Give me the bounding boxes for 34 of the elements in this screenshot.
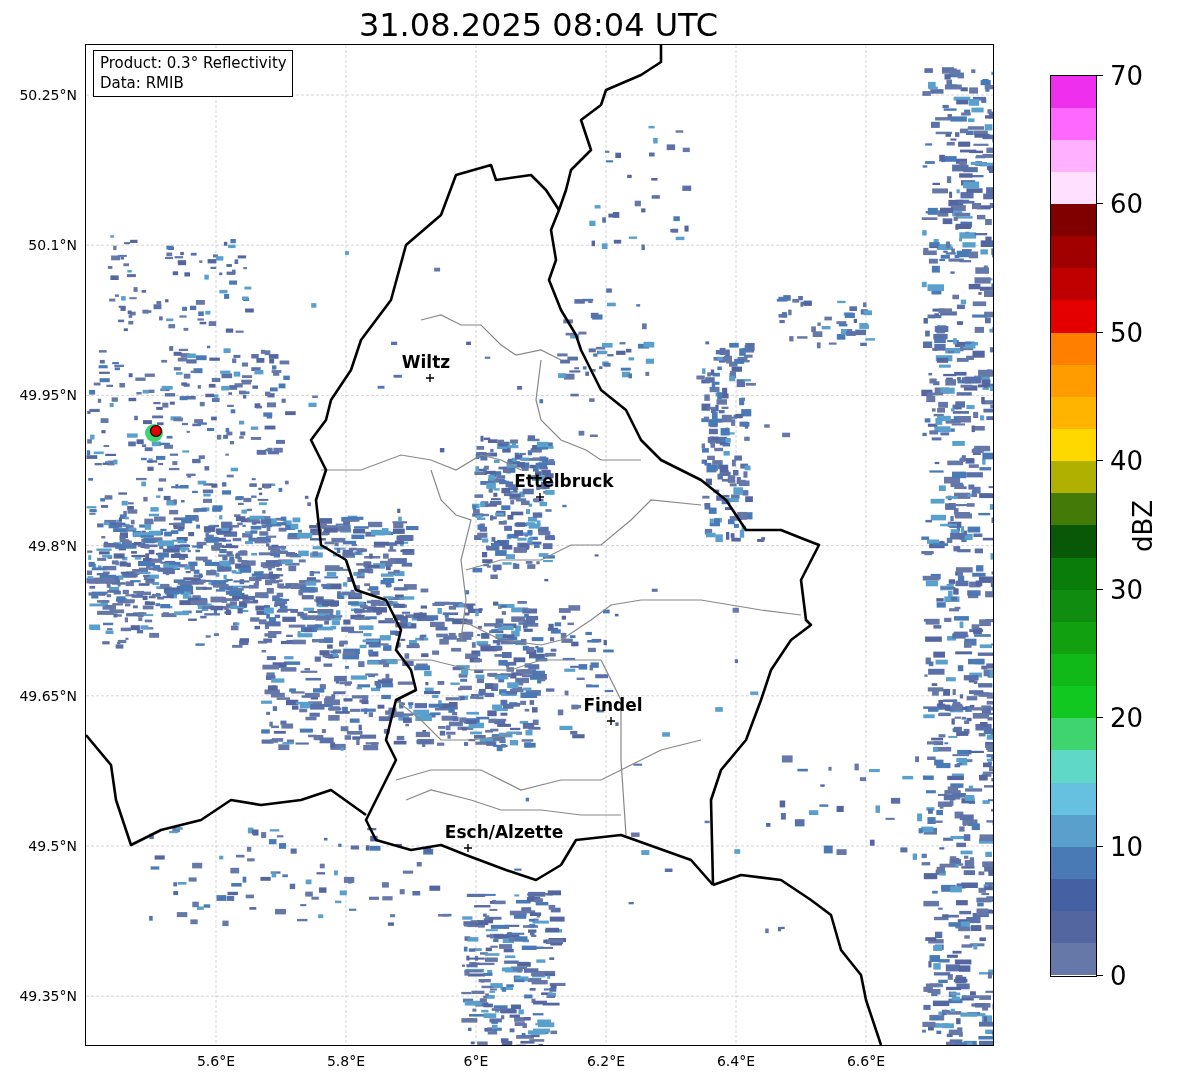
city-marker-icon [463,843,473,853]
info-text: Data: RMIB [100,73,185,93]
axis-tick-label: 49.65°N [19,686,77,705]
city-label: Esch/Alzette [444,822,564,842]
colorbar-tick-label: 50 [1096,316,1144,349]
axis-tick-label: 6°E [463,1053,489,1069]
colorbar-label: dBZ [1128,499,1159,552]
axis-tick-label: 6.4°E [716,1053,756,1069]
axis-tick-label: 49.95°N [19,386,77,405]
axis-tick-label: 5.6°E [196,1053,236,1069]
city-marker-icon [535,492,545,502]
axis-tick-label: 6.6°E [846,1053,886,1069]
axis-tick-label: 5.8°E [326,1053,366,1069]
colorbar-tick-label: 10 [1096,830,1144,863]
colorbar-tick-label: 30 [1096,573,1144,606]
axis-tick-label: 49.35°N [19,987,77,1006]
colorbar-tick-label: 70 [1096,59,1144,92]
colorbar-tick-label: 0 [1096,959,1127,992]
radar-site-icon [145,424,163,442]
axis-tick-label: 50.25°N [19,86,77,104]
colorbar-tick-label: 40 [1096,445,1144,478]
city-marker-icon [425,373,435,383]
colorbar-tick-label: 20 [1096,702,1144,735]
info-text: Product: 0.3° Reflectivity [100,53,287,73]
axis-tick-label: 50.1°N [28,236,77,255]
city-marker-icon [606,716,616,726]
axis-tick-label: 49.8°N [28,536,77,555]
city-label: Ettelbruck [514,471,614,491]
colorbar-tick-label: 60 [1096,188,1144,221]
city-label: Findel [583,695,643,715]
axis-tick-label: 49.5°N [28,837,77,855]
chart-title: 31.08.2025 08:04 UTC [357,5,720,44]
axis-tick-label: 6.2°E [586,1053,626,1069]
city-label: Wiltz [401,352,451,372]
